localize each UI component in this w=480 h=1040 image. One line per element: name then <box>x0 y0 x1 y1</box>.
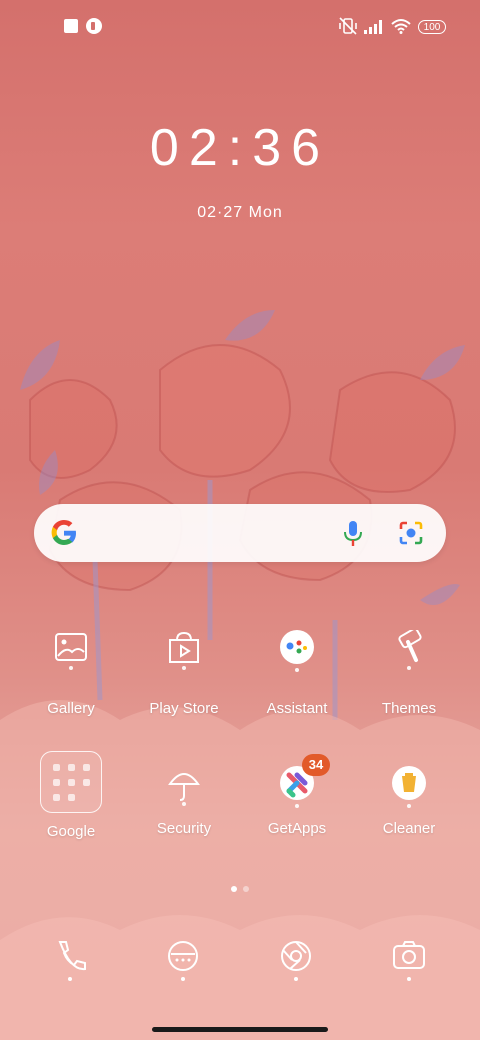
page-dot-active <box>231 886 237 892</box>
app-label: Google <box>46 823 96 840</box>
google-search-bar[interactable] <box>34 504 446 562</box>
page-indicator <box>228 879 252 892</box>
mic-icon[interactable] <box>342 520 364 548</box>
app-security[interactable]: Security <box>129 766 239 837</box>
themes-icon <box>380 627 438 688</box>
dock-messages[interactable] <box>163 938 203 987</box>
app-label: Play Store <box>149 700 219 717</box>
app-assistant[interactable]: Assistant <box>242 630 352 717</box>
lens-icon[interactable] <box>398 520 424 546</box>
camera-icon <box>393 941 425 981</box>
folder-icon <box>40 751 102 813</box>
clock-date[interactable]: 02·27 Mon <box>0 204 480 222</box>
battery-icon: 100 <box>418 20 446 34</box>
app-label: Gallery <box>47 700 95 717</box>
gallery-icon <box>42 630 100 688</box>
google-logo <box>51 520 76 545</box>
phone-icon <box>58 941 86 981</box>
page-dot <box>243 886 249 892</box>
browser-icon <box>281 941 311 981</box>
app-label: Assistant <box>266 700 328 717</box>
dock-phone[interactable] <box>50 938 90 987</box>
umbrella-icon <box>155 766 213 824</box>
cleaner-icon <box>380 766 438 824</box>
stop-square-icon <box>64 19 78 33</box>
home-gesture-bar[interactable] <box>152 1027 328 1032</box>
app-themes[interactable]: Themes <box>354 627 464 717</box>
app-play-store[interactable]: Play Store <box>129 630 239 717</box>
dock-camera[interactable] <box>389 938 429 987</box>
notification-badge: 34 <box>302 754 330 776</box>
assistant-icon <box>268 630 326 688</box>
app-getapps[interactable]: 34 GetApps <box>242 754 352 837</box>
app-gallery[interactable]: Gallery <box>16 630 126 717</box>
app-label: Themes <box>381 700 437 717</box>
status-bar: 100 <box>0 0 480 52</box>
app-cleaner[interactable]: Cleaner <box>354 766 464 837</box>
app-notification-icon <box>86 18 102 34</box>
signal-icon <box>364 20 382 34</box>
vibrate-off-icon <box>339 17 357 35</box>
dock-browser[interactable] <box>276 938 316 987</box>
clock-time[interactable]: 02:36 <box>0 118 480 178</box>
wifi-icon <box>391 19 411 34</box>
play-store-icon <box>155 630 213 688</box>
folder-google[interactable]: Google <box>16 751 126 840</box>
getapps-icon: 34 <box>268 754 330 824</box>
messages-icon <box>168 941 198 981</box>
